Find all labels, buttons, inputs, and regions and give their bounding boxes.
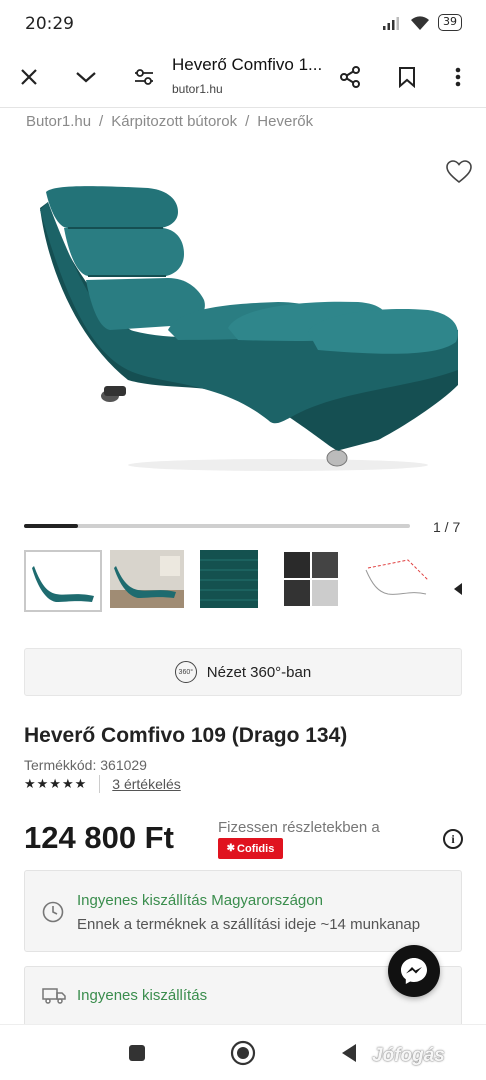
rating-row: ★★★★★ 3 értékelés — [24, 775, 181, 793]
free-shipping-title: Ingyenes kiszállítás Magyarországon — [77, 892, 323, 909]
thumbnail-5[interactable] — [358, 550, 436, 612]
thumbnail-3[interactable] — [200, 550, 278, 612]
rating-divider — [99, 775, 101, 793]
free-shipping-title-2: Ingyenes kiszállítás — [77, 987, 208, 1004]
thumbnail-next-icon[interactable] — [452, 582, 464, 596]
delivery-time-text: Ennek a terméknek a szállítási ideje ~14… — [77, 916, 421, 933]
thumbnail-4[interactable] — [282, 550, 360, 612]
watermark: Jófogás — [372, 1045, 445, 1066]
breadcrumb-category[interactable]: Kárpitozott bútorok — [111, 113, 237, 130]
home-icon[interactable] — [230, 1040, 256, 1066]
cofidis-logo[interactable]: ✱ Cofidis — [218, 838, 283, 859]
recents-icon[interactable] — [128, 1044, 146, 1062]
thumbnail-2[interactable] — [110, 550, 188, 612]
info-icon[interactable]: i — [443, 829, 463, 849]
breadcrumb-home[interactable]: Butor1.hu — [26, 113, 91, 130]
shipping-info-box: Ingyenes kiszállítás Magyarországon Enne… — [24, 870, 462, 952]
product-image[interactable] — [18, 180, 468, 480]
bookmark-icon[interactable] — [392, 62, 422, 92]
breadcrumb-separator: / — [245, 113, 250, 130]
status-icons: 39 — [382, 14, 462, 31]
product-code: Termékkód: 361029 — [24, 757, 147, 773]
messenger-chat-button[interactable] — [388, 945, 440, 997]
rotate-360-icon: 360° — [174, 661, 197, 683]
close-icon[interactable] — [14, 62, 44, 92]
product-price: 124 800 Ft — [24, 820, 174, 855]
page-url[interactable]: butor1.hu — [172, 82, 223, 96]
page-title[interactable]: Heverő Comfivo 1... — [172, 55, 322, 75]
installment-text: Fizessen részletekben a — [218, 819, 380, 836]
slide-counter: 1 / 7 — [433, 519, 461, 535]
truck-icon — [42, 988, 66, 1004]
breadcrumb: Butor1.hu / Kárpitozott bútorok / Heverők — [26, 113, 313, 130]
gallery-progress — [24, 524, 410, 528]
reviews-link[interactable]: 3 értékelés — [112, 776, 180, 792]
battery-icon: 39 — [438, 14, 462, 31]
status-time: 20:29 — [25, 14, 74, 34]
chevron-down-icon[interactable] — [71, 62, 101, 92]
back-icon[interactable] — [340, 1043, 358, 1063]
breadcrumb-separator: / — [99, 113, 104, 130]
thumbnail-1[interactable] — [24, 550, 102, 612]
view-360-label: Nézet 360°-ban — [206, 663, 312, 681]
more-vert-icon[interactable] — [443, 62, 473, 92]
browser-toolbar: Heverő Comfivo 1... butor1.hu — [0, 48, 486, 108]
cofidis-star-icon: ✱ — [226, 843, 236, 854]
signal-icon — [383, 16, 399, 30]
clock-icon — [42, 901, 64, 923]
status-bar: 20:29 39 — [0, 0, 486, 48]
tune-icon[interactable] — [129, 62, 159, 92]
breadcrumb-subcategory[interactable]: Heverők — [257, 113, 313, 130]
messenger-icon — [401, 958, 427, 984]
gallery-progress-fill — [24, 524, 79, 528]
wifi-icon — [411, 15, 429, 30]
view-360-button[interactable]: 360° Nézet 360°-ban — [24, 648, 462, 696]
cofidis-label: Cofidis — [237, 842, 275, 855]
product-title: Heverő Comfivo 109 (Drago 134) — [24, 724, 348, 747]
rating-stars: ★★★★★ — [24, 776, 88, 791]
share-icon[interactable] — [335, 62, 365, 92]
thumbnail-strip — [24, 550, 464, 614]
